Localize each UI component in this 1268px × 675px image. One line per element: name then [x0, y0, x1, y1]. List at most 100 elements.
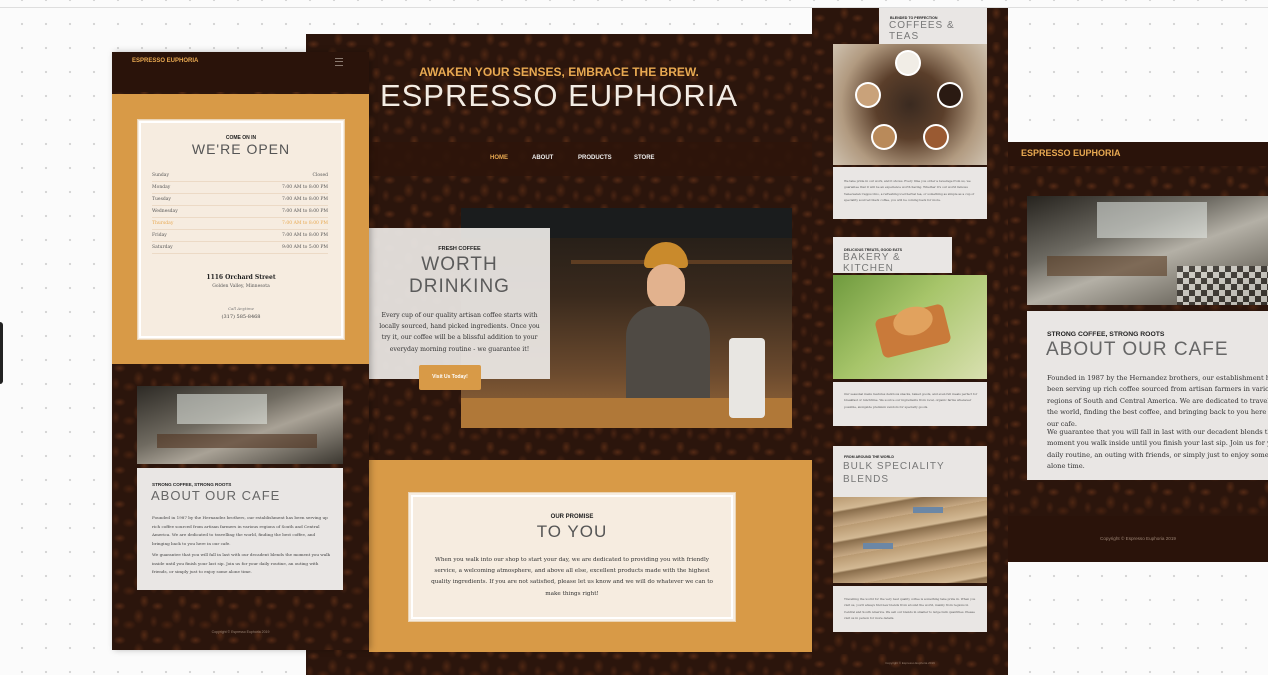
hours-time: 7:00 AM to 8:00 PM [215, 181, 328, 194]
hours-time: 7:00 AM to 8:00 PM [215, 193, 328, 206]
hours-time: 7:00 AM to 8:00 PM [215, 217, 328, 230]
hours-day: Thursday [152, 217, 216, 230]
about-card: STRONG COFFEE, STRONG ROOTS ABOUT OUR CA… [1027, 311, 1268, 480]
sack-stripe-shape [863, 543, 893, 549]
hours-day: Wednesday [152, 205, 216, 218]
hours-time: Closed [215, 170, 328, 182]
store-footer: Copyright © Espresso Euphoria 2019 [211, 630, 270, 634]
about-footer: Copyright © Espresso Euphoria 2019 [1100, 536, 1176, 541]
product-label-coffees: BLENDED TO PERFECTION COFFEES & TEAS [879, 8, 987, 44]
hours-section: COME ON IN WE'RE OPEN Sunday Closed Monda… [112, 94, 369, 364]
cup-shape [897, 52, 919, 74]
window-light-shape [1097, 202, 1207, 238]
promise-card: OUR PROMISE TO YOU When you walk into ou… [408, 492, 736, 622]
store-about-p2: We guarantee that you will fall in last … [152, 552, 331, 575]
about-page-mockup: ESPRESSO EUPHORIA STRONG COFFEE, STRONG … [1008, 142, 1268, 562]
tables-shape [157, 434, 317, 448]
promise-section: OUR PROMISE TO YOU When you walk into ou… [369, 460, 812, 652]
window-light-shape [177, 394, 267, 424]
hamburger-menu-icon[interactable] [335, 58, 343, 66]
cafe-interior-photo [137, 386, 343, 464]
nav-store[interactable]: STORE [634, 155, 655, 161]
barista-face-shape [647, 264, 685, 308]
tables-shape [1047, 256, 1167, 276]
product-desc-bakery: Our seasonal menu features delicious sna… [833, 382, 987, 426]
intro-card: FRESH COFFEE WORTH DRINKING Every cup of… [369, 228, 550, 379]
product-body: Travelling the world for the very best q… [844, 597, 976, 621]
store-page-mockup: ESPRESSO EUPHORIA COME ON IN WE'RE OPEN … [112, 52, 369, 650]
hours-row: Monday 7:00 AM to 8:00 PM [152, 181, 328, 194]
hours-heading: WE'RE OPEN [191, 141, 291, 157]
product-desc-bulk: Travelling the world for the very best q… [833, 586, 987, 632]
about-brand[interactable]: ESPRESSO EUPHORIA [1021, 148, 1121, 158]
hours-time: 9:00 AM to 5:00 PM [215, 241, 328, 254]
pastry-photo [833, 275, 987, 379]
cup-shape [939, 84, 961, 106]
home-nav: HOME ABOUT PRODUCTS STORE [369, 142, 812, 176]
call-label: Call Anytime [227, 306, 255, 311]
store-about-heading: ABOUT OUR CAFE [151, 488, 281, 503]
intro-body: Every cup of our quality artisan coffee … [379, 312, 540, 353]
store-about-p1: Founded in 1987 by the Hernandez brother… [152, 515, 328, 546]
hours-time: 7:00 AM to 8:00 PM [215, 205, 328, 218]
hours-row: Saturday 9:00 AM to 5:00 PM [152, 241, 328, 254]
cup-shape [873, 126, 895, 148]
promise-body: When you walk into our shop to start you… [431, 557, 713, 597]
product-body: We take pride in our work, and it shows.… [844, 179, 975, 203]
intro-heading-line2: DRINKING [409, 276, 510, 297]
nav-home[interactable]: HOME [490, 155, 508, 161]
coffee-cups-photo [833, 44, 987, 165]
hours-row-today: Thursday 7:00 AM to 8:00 PM [152, 217, 328, 230]
hours-day: Friday [152, 229, 216, 242]
cup-shape [925, 126, 947, 148]
hours-row: Sunday Closed [152, 170, 328, 182]
about-p1: Founded in 1987 by the Hernandez brother… [1047, 374, 1268, 428]
store-brand[interactable]: ESPRESSO EUPHORIA [132, 58, 198, 64]
store-about-kicker: STRONG COFFEE, STRONG ROOTS [152, 482, 232, 487]
side-tab-handle[interactable] [0, 322, 3, 384]
about-cafe-photo [1027, 196, 1268, 305]
hours-day: Sunday [152, 170, 216, 182]
home-title: ESPRESSO EUPHORIA [379, 78, 739, 113]
about-p2: We guarantee that you will fall in last … [1047, 428, 1268, 471]
products-footer: Copyright © Espresso Euphoria 2019 [885, 661, 935, 665]
promise-heading: TO YOU [536, 522, 608, 541]
about-footer-bar: Copyright © Espresso Euphoria 2019 [1008, 516, 1268, 562]
hours-day: Tuesday [152, 193, 216, 206]
products-page-mockup: BLENDED TO PERFECTION COFFEES & TEAS We … [812, 8, 1008, 675]
about-heading: ABOUT OUR CAFE [1046, 339, 1229, 360]
promise-kicker: OUR PROMISE [550, 514, 594, 520]
product-label-bulk: FROM AROUND THE WORLD BULK SPECIALITY BL… [833, 446, 987, 502]
product-kicker: FROM AROUND THE WORLD [844, 455, 894, 459]
store-address: 1116 Orchard Street [206, 274, 276, 281]
hours-card: COME ON IN WE'RE OPEN Sunday Closed Monda… [137, 119, 345, 340]
home-page-mockup: AWAKEN YOUR SENSES, EMBRACE THE BREW. ES… [306, 34, 812, 675]
about-kicker: STRONG COFFEE, STRONG ROOTS [1047, 331, 1165, 338]
store-about-card: STRONG COFFEE, STRONG ROOTS ABOUT OUR CA… [137, 468, 343, 590]
home-tagline: AWAKEN YOUR SENSES, EMBRACE THE BREW. [419, 65, 699, 79]
nav-about[interactable]: ABOUT [532, 155, 553, 161]
about-header: ESPRESSO EUPHORIA [1008, 142, 1268, 166]
checker-floor-shape [1177, 266, 1268, 305]
hours-time: 7:00 AM to 8:00 PM [215, 229, 328, 242]
intro-heading-line1: WORTH [421, 254, 498, 275]
hours-row: Tuesday 7:00 AM to 8:00 PM [152, 193, 328, 206]
nav-products[interactable]: PRODUCTS [578, 155, 612, 161]
intro-kicker: FRESH COFFEE [438, 246, 481, 252]
hours-day: Saturday [152, 241, 216, 254]
product-heading: BULK SPECIALITY BLENDS [843, 461, 945, 485]
hours-table: Sunday Closed Monday 7:00 AM to 8:00 PM Tu… [152, 170, 328, 254]
hours-row: Wednesday 7:00 AM to 8:00 PM [152, 205, 328, 218]
product-heading: COFFEES & TEAS [889, 20, 955, 42]
milk-jug-shape [729, 338, 765, 418]
cup-shape [857, 84, 879, 106]
canvas-divider [0, 7, 1268, 8]
store-header: ESPRESSO EUPHORIA [112, 52, 369, 92]
product-label-bakery: DELICIOUS TREATS, GOOD EATS BAKERY & KIT… [833, 237, 952, 274]
store-city: Golden Valley, Minnesota [212, 284, 270, 289]
product-desc-coffees: We take pride in our work, and it shows.… [833, 167, 987, 219]
visit-us-button[interactable]: Visit Us Today! [419, 365, 481, 390]
product-body: Our seasonal menu features delicious sna… [844, 392, 978, 409]
store-phone[interactable]: (317) 585-8468 [138, 314, 344, 320]
product-heading: BAKERY & KITCHEN [843, 252, 901, 274]
